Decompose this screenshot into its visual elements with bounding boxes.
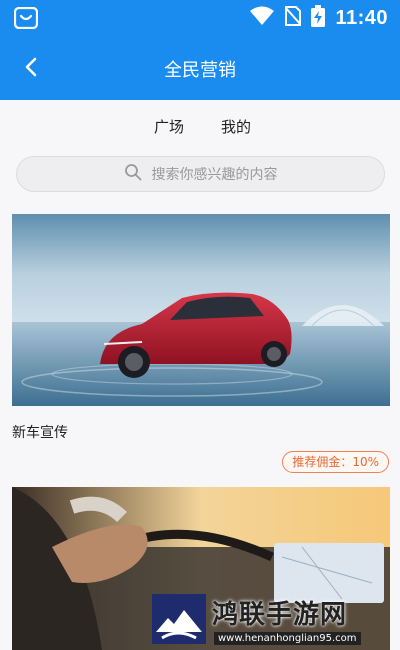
- shopping-bag-icon: [13, 6, 39, 30]
- tab-bar: 广场 我的: [0, 116, 400, 159]
- promo-card-image[interactable]: [12, 214, 390, 406]
- commission-badge: 推荐佣金：10%: [282, 451, 389, 473]
- clock: 11:40: [335, 6, 388, 29]
- search-placeholder: 搜索你感兴趣的内容: [151, 167, 278, 183]
- tab-plaza[interactable]: 广场: [154, 116, 184, 137]
- no-sim-icon: [284, 6, 303, 30]
- wifi-icon: [249, 6, 275, 30]
- red-car-image: [12, 214, 390, 406]
- watermark-text: 鸿联手游网: [212, 600, 348, 630]
- search-input[interactable]: 搜索你感兴趣的内容: [16, 156, 385, 192]
- watermark-url: www.henanhonglian95.com: [214, 632, 361, 645]
- card-title: 新车宣传: [12, 425, 68, 441]
- tab-mine[interactable]: 我的: [221, 116, 251, 137]
- page-title: 全民营销: [164, 60, 236, 81]
- main-content: 广场 我的 搜索你感兴趣的内容 新车宣传 推荐佣金：10% 鸿联手游网 www.…: [0, 100, 400, 650]
- app-bar: 全民营销: [0, 36, 400, 100]
- watermark: 鸿联手游网 www.henanhonglian95.com: [150, 588, 400, 650]
- status-bar: 11:40: [0, 0, 400, 36]
- watermark-logo-icon: [150, 588, 208, 650]
- battery-charging-icon: [311, 5, 326, 31]
- search-icon: [124, 163, 142, 185]
